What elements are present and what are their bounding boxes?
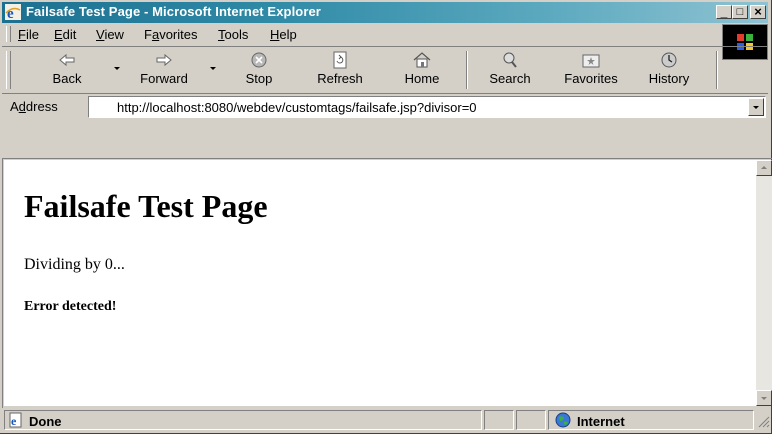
standard-toolbar: Back Forward Stop Refresh Home Search Fa… <box>2 46 768 93</box>
forward-label: Forward <box>140 71 188 86</box>
history-button[interactable]: History <box>642 49 696 91</box>
back-button[interactable]: Back <box>42 49 92 91</box>
scroll-up-button[interactable] <box>756 160 772 176</box>
svg-text:e: e <box>11 414 17 428</box>
search-label: Search <box>489 71 531 86</box>
scroll-down-button[interactable] <box>756 390 772 406</box>
forward-arrow-icon <box>156 53 172 67</box>
menu-file[interactable]: File <box>18 27 39 42</box>
status-text: Done <box>29 414 62 429</box>
search-button[interactable]: Search <box>482 49 538 91</box>
menu-tools[interactable]: Tools <box>218 27 248 42</box>
favorites-folder-icon <box>582 54 600 68</box>
address-bar: Address http://localhost:8080/webdev/cus… <box>2 93 768 120</box>
stop-button[interactable]: Stop <box>236 49 282 91</box>
status-bar: e Done Internet <box>2 408 770 432</box>
status-zone-panel: Internet <box>548 410 754 430</box>
stop-icon <box>251 52 267 68</box>
history-label: History <box>648 71 690 86</box>
menu-edit[interactable]: Edit <box>54 27 76 42</box>
home-icon <box>413 52 431 68</box>
back-arrow-icon <box>59 53 75 67</box>
browser-window: e Failsafe Test Page - Microsoft Interne… <box>0 0 772 434</box>
toolbar-more-chevron[interactable]: » <box>756 51 762 63</box>
vertical-scrollbar[interactable] <box>756 160 772 406</box>
error-message: Error detected! <box>24 299 117 314</box>
dividing-message: Dividing by 0... <box>24 256 125 273</box>
address-url[interactable]: http://localhost:8080/webdev/customtags/… <box>117 100 477 115</box>
back-label: Back <box>52 71 82 86</box>
address-label: Address <box>10 99 58 114</box>
status-main-panel: e Done <box>4 410 482 430</box>
title-bar[interactable]: e Failsafe Test Page - Microsoft Interne… <box>2 2 768 23</box>
internet-globe-icon <box>555 412 571 428</box>
status-zone-text: Internet <box>577 414 625 429</box>
home-button[interactable]: Home <box>398 49 446 91</box>
history-clock-icon <box>661 52 677 68</box>
status-panel-3 <box>516 410 546 430</box>
toolbar-grip[interactable] <box>6 51 11 89</box>
refresh-label: Refresh <box>317 71 363 86</box>
ie-logo-icon: e <box>5 4 21 20</box>
maximize-button[interactable]: □ <box>732 5 748 19</box>
minimize-button[interactable]: _ <box>716 5 732 19</box>
refresh-icon <box>333 51 347 69</box>
menu-bar: File Edit View Favorites Tools Help <box>2 24 716 44</box>
refresh-button[interactable]: Refresh <box>312 49 368 91</box>
home-label: Home <box>404 71 440 86</box>
menu-grip[interactable] <box>6 26 11 42</box>
address-dropdown-button[interactable] <box>748 98 764 116</box>
menu-favorites[interactable]: Favorites <box>144 27 197 42</box>
close-button[interactable]: × <box>750 5 766 19</box>
resize-grip-icon[interactable] <box>756 414 770 428</box>
forward-button[interactable]: Forward <box>132 49 196 91</box>
page-content: Failsafe Test Page Dividing by 0... Erro… <box>4 160 756 406</box>
status-panel-2 <box>484 410 514 430</box>
forward-dropdown-arrow[interactable] <box>210 67 216 70</box>
favorites-button[interactable]: Favorites <box>558 49 624 91</box>
favorites-label: Favorites <box>564 71 618 86</box>
menu-view[interactable]: View <box>96 27 124 42</box>
back-dropdown-arrow[interactable] <box>114 67 120 70</box>
toolbar-separator-end <box>716 51 718 89</box>
address-input[interactable]: http://localhost:8080/webdev/customtags/… <box>88 96 766 118</box>
menu-help[interactable]: Help <box>270 27 297 42</box>
stop-label: Stop <box>245 71 273 86</box>
search-icon <box>503 52 517 68</box>
window-title: Failsafe Test Page - Microsoft Internet … <box>26 4 321 19</box>
page-done-icon: e <box>9 412 22 428</box>
toolbar-separator <box>466 51 468 89</box>
page-heading: Failsafe Test Page <box>24 188 268 224</box>
